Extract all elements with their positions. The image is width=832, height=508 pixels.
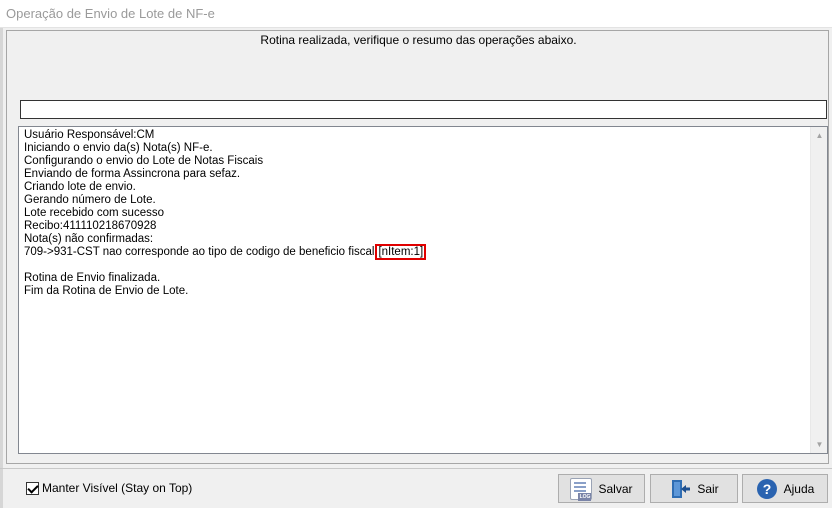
- stay-on-top-option[interactable]: Manter Visível (Stay on Top): [26, 480, 192, 496]
- exit-door-icon: [669, 478, 691, 500]
- window-left-edge: [0, 28, 3, 508]
- log-line: Fim da Rotina de Envio de Lote.: [24, 285, 189, 297]
- log-textarea[interactable]: Usuário Responsável:CM Iniciando o envio…: [18, 126, 828, 454]
- salvar-label: Salvar: [598, 481, 633, 496]
- ajuda-button[interactable]: ? Ajuda: [742, 474, 828, 503]
- scroll-down-arrow-icon[interactable]: ▼: [811, 436, 827, 453]
- log-line: Configurando o envio do Lote de Notas Fi…: [24, 155, 264, 167]
- salvar-button[interactable]: LOG Salvar: [558, 474, 645, 503]
- log-line-blank: [24, 259, 804, 272]
- title-bar: Operação de Envio de Lote de NF-e: [0, 0, 832, 28]
- progress-bar: [20, 100, 827, 119]
- log-line: Recibo:411110218670928: [24, 220, 157, 232]
- scroll-up-arrow-icon[interactable]: ▲: [811, 127, 827, 144]
- footer-separator: [0, 468, 832, 469]
- log-line: Criando lote de envio.: [24, 181, 136, 193]
- log-content: Usuário Responsável:CM Iniciando o envio…: [24, 129, 804, 298]
- log-line: Enviando de forma Assincrona para sefaz.: [24, 168, 241, 180]
- log-line: Rotina de Envio finalizada.: [24, 272, 161, 284]
- sair-label: Sair: [697, 481, 719, 496]
- ajuda-label: Ajuda: [783, 481, 815, 496]
- sair-button[interactable]: Sair: [650, 474, 738, 503]
- log-tag-label: LOG: [578, 492, 592, 501]
- svg-text:?: ?: [762, 481, 771, 497]
- stay-on-top-checkbox[interactable]: [26, 481, 39, 495]
- highlighted-item-marker: [nItem:1]: [375, 244, 427, 260]
- stay-on-top-label: Manter Visível (Stay on Top): [42, 481, 193, 495]
- log-line: Usuário Responsável:CM: [24, 129, 155, 141]
- log-file-icon: LOG: [570, 477, 593, 501]
- status-message: Rotina realizada, verifique o resumo das…: [260, 33, 577, 47]
- help-question-icon: ?: [756, 478, 778, 500]
- log-line: Gerando número de Lote.: [24, 194, 156, 206]
- log-line: Iniciando o envio da(s) Nota(s) NF-e.: [24, 142, 213, 154]
- log-vertical-scrollbar[interactable]: ▲ ▼: [810, 127, 827, 453]
- log-line-error: 709->931-CST nao corresponde ao tipo de …: [24, 244, 804, 260]
- window-title: Operação de Envio de Lote de NF-e: [6, 6, 215, 21]
- log-error-text: 709->931-CST nao corresponde ao tipo de …: [24, 246, 375, 258]
- log-line: Lote recebido com sucesso: [24, 207, 164, 219]
